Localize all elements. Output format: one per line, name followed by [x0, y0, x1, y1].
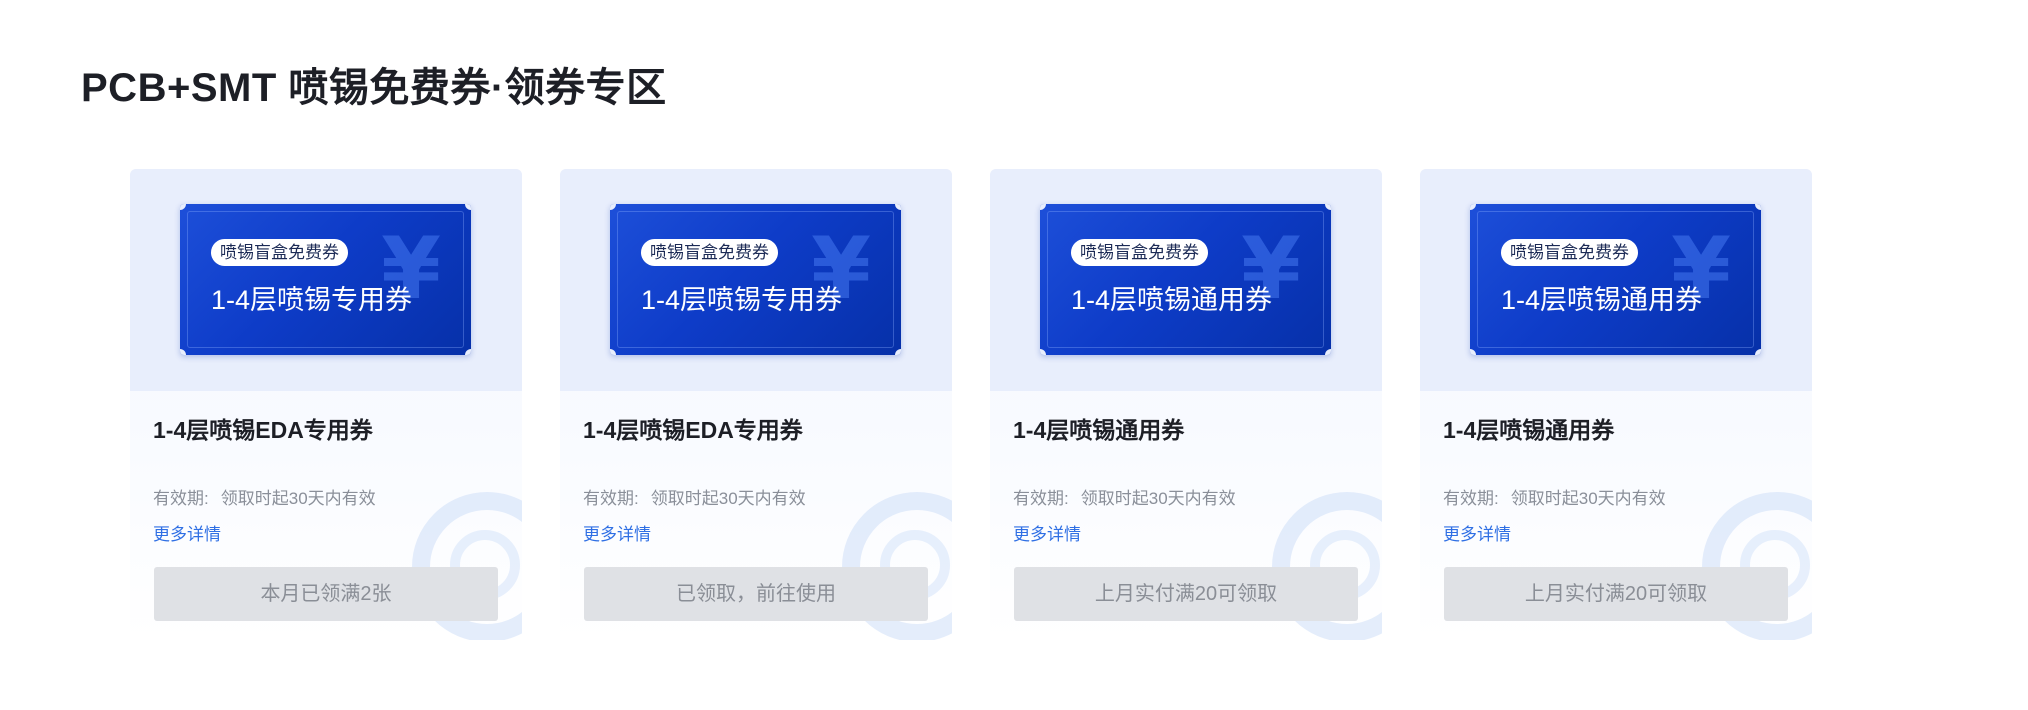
section-title: PCB+SMT 喷锡免费券·领券专区	[81, 66, 667, 110]
validity-info: 有效期: 领取时起30天内有效	[153, 486, 376, 512]
coupon-title: 1-4层喷锡EDA专用券	[153, 417, 373, 443]
coupon-ticket-image: ¥ 喷锡盲盒免费券 1-4层喷锡专用券	[610, 204, 901, 355]
claim-button[interactable]: 上月实付满20可领取	[1014, 567, 1358, 621]
ticket-tag: 喷锡盲盒免费券	[1071, 239, 1208, 266]
coupon-title: 1-4层喷锡通用券	[1443, 417, 1615, 443]
validity-label: 有效期:	[153, 489, 209, 508]
ticket-tag: 喷锡盲盒免费券	[1501, 239, 1638, 266]
coupon-card-list: ¥ 喷锡盲盒免费券 1-4层喷锡专用券 1-4层喷锡EDA专用券 有效期: 领取时…	[130, 169, 1812, 640]
validity-label: 有效期:	[1013, 489, 1069, 508]
coupon-ticket-image: ¥ 喷锡盲盒免费券 1-4层喷锡通用券	[1470, 204, 1761, 355]
validity-value: 领取时起30天内有效	[650, 489, 806, 508]
coupon-title: 1-4层喷锡通用券	[1013, 417, 1185, 443]
coupon-card: ¥ 喷锡盲盒免费券 1-4层喷锡专用券 1-4层喷锡EDA专用券 有效期: 领取时…	[130, 169, 522, 640]
more-details-link[interactable]: 更多详情	[1443, 522, 1511, 548]
claim-button[interactable]: 上月实付满20可领取	[1444, 567, 1788, 621]
more-details-link[interactable]: 更多详情	[153, 522, 221, 548]
validity-label: 有效期:	[1443, 489, 1499, 508]
claim-button[interactable]: 本月已领满2张	[154, 567, 498, 621]
ticket-name: 1-4层喷锡专用券	[211, 285, 413, 315]
ticket-name: 1-4层喷锡通用券	[1501, 285, 1703, 315]
validity-value: 领取时起30天内有效	[1080, 489, 1236, 508]
validity-info: 有效期: 领取时起30天内有效	[1443, 486, 1666, 512]
coupon-card: ¥ 喷锡盲盒免费券 1-4层喷锡通用券 1-4层喷锡通用券 有效期: 领取时起30…	[1420, 169, 1812, 640]
coupon-ticket-image: ¥ 喷锡盲盒免费券 1-4层喷锡专用券	[180, 204, 471, 355]
ticket-name: 1-4层喷锡通用券	[1071, 285, 1273, 315]
coupon-ticket-image: ¥ 喷锡盲盒免费券 1-4层喷锡通用券	[1040, 204, 1331, 355]
ticket-tag: 喷锡盲盒免费券	[641, 239, 778, 266]
validity-value: 领取时起30天内有效	[220, 489, 376, 508]
ticket-tag: 喷锡盲盒免费券	[211, 239, 348, 266]
validity-info: 有效期: 领取时起30天内有效	[583, 486, 806, 512]
validity-value: 领取时起30天内有效	[1510, 489, 1666, 508]
coupon-title: 1-4层喷锡EDA专用券	[583, 417, 803, 443]
more-details-link[interactable]: 更多详情	[583, 522, 651, 548]
validity-info: 有效期: 领取时起30天内有效	[1013, 486, 1236, 512]
validity-label: 有效期:	[583, 489, 639, 508]
ticket-name: 1-4层喷锡专用券	[641, 285, 843, 315]
go-use-button[interactable]: 已领取，前往使用	[584, 567, 928, 621]
coupon-card: ¥ 喷锡盲盒免费券 1-4层喷锡通用券 1-4层喷锡通用券 有效期: 领取时起30…	[990, 169, 1382, 640]
coupon-card: ¥ 喷锡盲盒免费券 1-4层喷锡专用券 1-4层喷锡EDA专用券 有效期: 领取时…	[560, 169, 952, 640]
coupon-page: PCB+SMT 喷锡免费券·领券专区 ¥ 喷锡盲盒免费券 1-4层喷锡专用券 1…	[0, 0, 2028, 710]
more-details-link[interactable]: 更多详情	[1013, 522, 1081, 548]
